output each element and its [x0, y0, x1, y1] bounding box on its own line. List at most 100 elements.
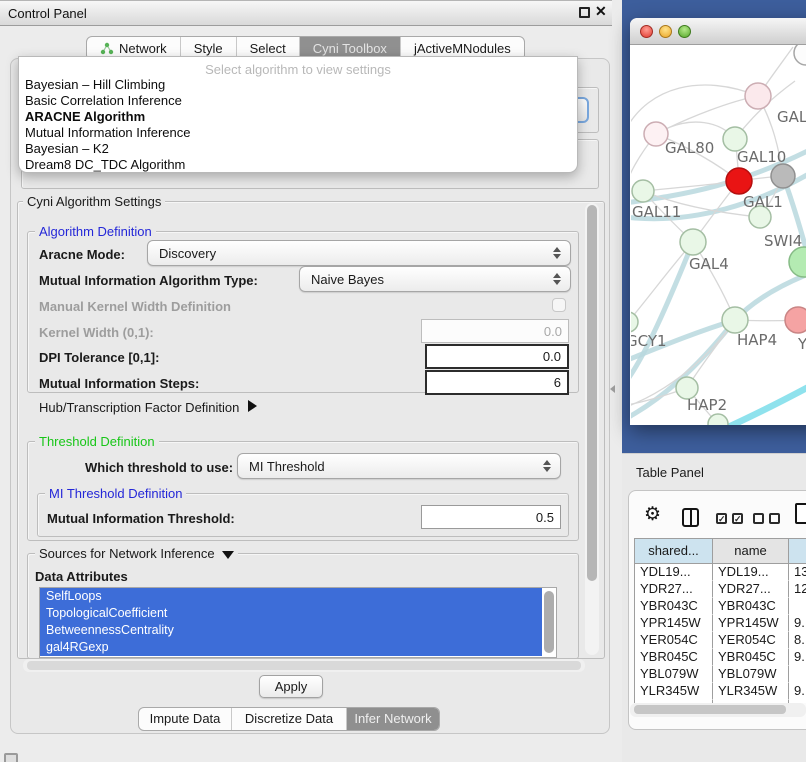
kernel-width-field[interactable]: 0.0	[421, 319, 569, 343]
network-icon	[100, 42, 114, 55]
table-cell[interactable]: YLR345W	[713, 683, 789, 700]
dpi-tolerance-field[interactable]: 0.0	[425, 344, 569, 369]
hub-section-toggle[interactable]: Hub/Transcription Factor Definition	[39, 400, 257, 415]
table-row[interactable]: YDR27... YDR27... 12	[635, 581, 806, 598]
table-cell[interactable]: YBR045C	[713, 649, 789, 666]
mi-steps-field[interactable]: 6	[425, 370, 569, 395]
column-header[interactable]: shared...	[635, 539, 713, 564]
table-row[interactable]: YLR345W YLR345W 9.	[635, 683, 806, 700]
collapsed-panel-icon[interactable]	[4, 753, 18, 762]
node-label: HAP2	[687, 396, 727, 414]
network-node-gal4[interactable]	[680, 229, 706, 255]
settings-scrollbar-thumb[interactable]	[587, 205, 597, 581]
list-item[interactable]: gal4RGexp	[40, 639, 542, 656]
minimize-traffic-icon[interactable]	[659, 25, 672, 38]
list-item[interactable]: SelfLoops	[40, 588, 542, 605]
table-row[interactable]: YBR045C YBR045C 9.	[635, 649, 806, 666]
table-row[interactable]: YER054C YER054C 8.	[635, 632, 806, 649]
mi-threshold-field[interactable]: 0.5	[421, 505, 561, 529]
table-cell[interactable]: 9.	[789, 683, 806, 700]
which-threshold-combo[interactable]: MI Threshold	[237, 453, 561, 479]
algorithm-option[interactable]: Bayesian – Hill Climbing	[19, 77, 577, 93]
table-row[interactable]: YDL19... YDL19... 13	[635, 564, 806, 581]
table-cell[interactable]: YER054C	[713, 632, 789, 649]
network-node[interactable]	[771, 164, 795, 188]
table-cell[interactable]: 8.	[789, 632, 806, 649]
mi-type-label: Mutual Information Algorithm Type:	[39, 273, 258, 288]
restore-icon[interactable]	[579, 7, 590, 18]
manual-kernel-checkbox[interactable]	[552, 298, 566, 312]
list-item[interactable]: TopologicalCoefficient	[40, 605, 542, 622]
network-node[interactable]	[745, 83, 771, 109]
data-attributes-list[interactable]: SelfLoops TopologicalCoefficient Between…	[39, 587, 557, 658]
sources-toggle[interactable]: Sources for Network Inference	[35, 546, 238, 561]
unchecked-box-icon	[753, 513, 764, 524]
column-header[interactable]	[789, 539, 806, 564]
apply-button[interactable]: Apply	[259, 675, 323, 698]
table-cell[interactable]: 13	[789, 564, 806, 581]
table-cell[interactable]	[789, 666, 806, 683]
node-attribute-table[interactable]: shared... name YDL19... YDL19... 13 YDR2…	[634, 538, 806, 703]
table-cell[interactable]: YDL19...	[635, 564, 713, 581]
network-canvas[interactable]: GAL GAL80 GAL10 GAL1 SWI4 GAL11 GAL4 GCY…	[631, 45, 806, 425]
which-threshold-label: Which threshold to use:	[85, 460, 233, 475]
columns-icon[interactable]	[682, 508, 699, 527]
network-node[interactable]	[794, 45, 806, 65]
app-root: Control Panel ✕ Network Style Select Cyn…	[0, 0, 806, 762]
table-cell[interactable]: YDL19...	[713, 564, 789, 581]
tab-infer-network[interactable]: Infer Network	[347, 708, 439, 730]
algorithm-option[interactable]: Bayesian – K2	[19, 141, 577, 157]
table-cell[interactable]: YBR043C	[713, 598, 789, 615]
document-icon[interactable]	[795, 503, 806, 524]
gear-icon[interactable]: ⚙	[644, 503, 661, 526]
algorithm-dropdown-prompt: Select algorithm to view settings	[19, 57, 577, 77]
table-cell[interactable]: YER054C	[635, 632, 713, 649]
algorithm-option[interactable]: Dream8 DC_TDC Algorithm	[19, 157, 577, 173]
table-cell[interactable]: 9.	[789, 615, 806, 632]
tab-discretize-data[interactable]: Discretize Data	[232, 708, 347, 730]
table-row[interactable]: YBL079W YBL079W	[635, 666, 806, 683]
attributes-scrollbar-thumb[interactable]	[544, 591, 554, 653]
table-row[interactable]: YBR043C YBR043C	[635, 598, 806, 615]
panel-divider-handle[interactable]	[610, 385, 615, 393]
table-cell[interactable]: 9.	[789, 649, 806, 666]
network-node-swi4[interactable]	[789, 247, 806, 277]
network-node-gcy1[interactable]	[631, 312, 638, 332]
close-icon[interactable]: ✕	[595, 3, 607, 20]
table-cell[interactable]: YDR27...	[635, 581, 713, 598]
select-all-icon[interactable]: ✓✓	[716, 513, 743, 524]
algorithm-option[interactable]: Mutual Information Inference	[19, 125, 577, 141]
data-attributes-label: Data Attributes	[35, 569, 128, 584]
mi-type-combo[interactable]: Naive Bayes	[299, 266, 571, 292]
network-node-gal11[interactable]	[632, 180, 654, 202]
table-row[interactable]: YPR145W YPR145W 9.	[635, 615, 806, 632]
close-traffic-icon[interactable]	[640, 25, 653, 38]
table-cell[interactable]: YPR145W	[635, 615, 713, 632]
column-header[interactable]: name	[713, 539, 789, 564]
deselect-all-icon[interactable]	[753, 513, 780, 524]
aracne-mode-value: Discovery	[159, 246, 216, 261]
table-hscrollbar-thumb[interactable]	[634, 705, 786, 714]
tab-impute-data[interactable]: Impute Data	[139, 708, 232, 730]
table-cell[interactable]: YBR043C	[635, 598, 713, 615]
table-cell[interactable]: YBL079W	[635, 666, 713, 683]
network-node-hap4[interactable]	[722, 307, 748, 333]
node-label: GAL4	[689, 255, 729, 273]
table-cell[interactable]: YPR145W	[713, 615, 789, 632]
list-item[interactable]: BetweennessCentrality	[40, 622, 542, 639]
algorithm-option[interactable]: Basic Correlation Inference	[19, 93, 577, 109]
table-cell[interactable]	[789, 598, 806, 615]
network-window-titlebar[interactable]	[630, 18, 806, 45]
table-cell[interactable]: YBR045C	[635, 649, 713, 666]
combo-arrows-icon	[543, 460, 551, 472]
zoom-traffic-icon[interactable]	[678, 25, 691, 38]
table-cell[interactable]: YDR27...	[713, 581, 789, 598]
settings-hscrollbar-thumb[interactable]	[27, 661, 581, 670]
algorithm-option-selected[interactable]: ARACNE Algorithm	[19, 109, 577, 125]
table-cell[interactable]: 12	[789, 581, 806, 598]
network-node-gal1[interactable]	[726, 168, 752, 194]
table-cell[interactable]: YLR345W	[635, 683, 713, 700]
aracne-mode-combo[interactable]: Discovery	[147, 240, 571, 266]
network-node[interactable]	[785, 307, 806, 333]
table-cell[interactable]: YBL079W	[713, 666, 789, 683]
